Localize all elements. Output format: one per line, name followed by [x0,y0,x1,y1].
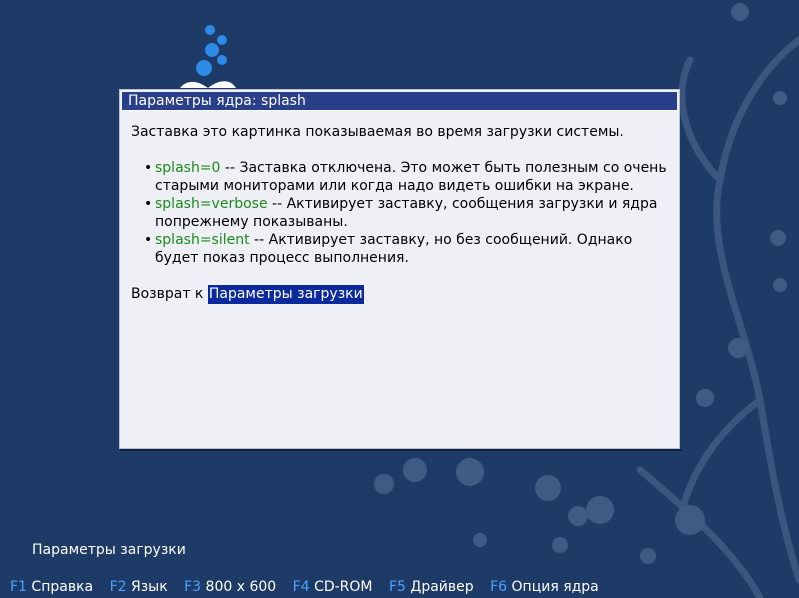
fkey-label: Опция ядра [511,579,599,595]
fkey-key: F3 [184,579,202,595]
fkey-language[interactable]: F2 Язык [110,579,168,595]
intro-text: Заставка это картинка показываемая во вр… [131,124,624,140]
back-row: Возврат к Параметры загрузки [131,285,676,304]
option-key: splash=0 [155,160,221,176]
dialog-body: Заставка это картинка показываемая во вр… [131,123,676,304]
bullet-icon: • [144,232,153,248]
list-item: • splash=0 -- Заставка отключена. Это мо… [144,159,676,195]
fkey-key: F5 [388,579,406,595]
list-item: • splash=verbose -- Активирует заставку,… [144,195,676,231]
bullet-icon: • [144,196,153,212]
fkey-cdrom[interactable]: F4 CD-ROM [293,579,373,595]
back-link-boot-options[interactable]: Параметры загрузки [207,285,364,304]
fkey-kernel-option[interactable]: F6 Опция ядра [490,579,599,595]
function-key-bar: F1 Справка F2 Язык F3 800 x 600 F4 CD-RO… [10,579,611,595]
boot-options-label: Параметры загрузки [32,542,186,558]
fkey-driver[interactable]: F5 Драйвер [389,579,474,595]
option-text: -- Заставка отключена. Это может быть по… [155,160,667,194]
fkey-label: 800 x 600 [205,579,277,595]
fkey-label: Драйвер [410,579,474,595]
back-prefix: Возврат к [131,286,208,302]
fkey-key: F4 [292,579,310,595]
fkey-key: F6 [490,579,508,595]
help-dialog: Параметры ядра: splash Заставка это карт… [119,89,680,449]
list-item: • splash=silent -- Активирует заставку, … [144,231,676,267]
option-list: • splash=0 -- Заставка отключена. Это мо… [131,159,676,267]
fkey-key: F1 [10,579,27,595]
fkey-resolution[interactable]: F3 800 x 600 [184,579,276,595]
fkey-help[interactable]: F1 Справка [10,579,93,595]
fkey-label: Язык [130,579,168,595]
option-key: splash=silent [155,232,250,248]
fkey-key: F2 [109,579,127,595]
option-key: splash=verbose [155,196,268,212]
fkey-label: CD-ROM [314,579,373,595]
dialog-shadow [120,449,682,451]
bullet-icon: • [144,160,153,176]
fkey-label: Справка [31,579,94,595]
logo-droplets [180,25,236,88]
dialog-title: Параметры ядра: splash [122,92,677,111]
